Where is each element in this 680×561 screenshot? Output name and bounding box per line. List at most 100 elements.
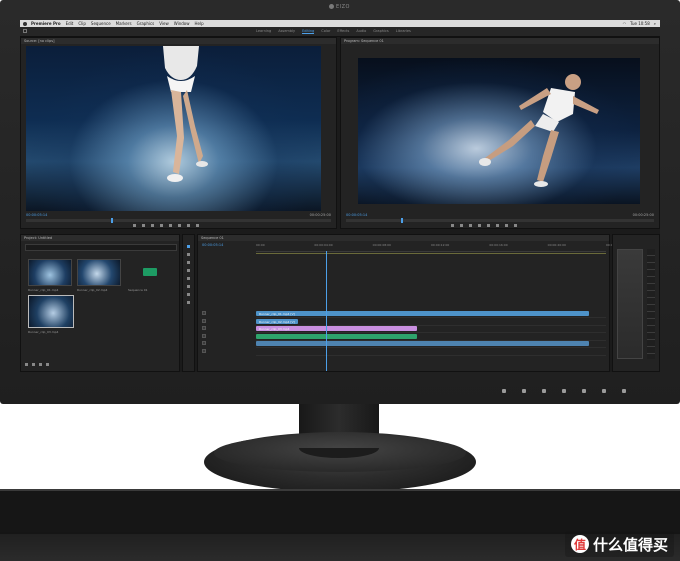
mark-out-button[interactable] bbox=[142, 224, 145, 227]
source-video[interactable] bbox=[26, 46, 321, 211]
insert-button[interactable] bbox=[178, 224, 181, 227]
track-toggle-toggle[interactable] bbox=[202, 348, 206, 353]
track-divider bbox=[256, 332, 606, 333]
workspace-tab-audio[interactable]: Audio bbox=[356, 29, 366, 34]
track-toggle-toggle[interactable] bbox=[202, 326, 206, 330]
track-toggle-toggle[interactable] bbox=[202, 333, 206, 338]
bezel-button[interactable] bbox=[562, 389, 566, 393]
track-toggle-toggle[interactable] bbox=[202, 318, 206, 323]
bezel-button[interactable] bbox=[522, 389, 526, 393]
power-button[interactable] bbox=[622, 389, 626, 393]
workspace-bar: Learning Assembly Editing Color Effects Audio… bbox=[20, 27, 660, 37]
new-bin-icon[interactable] bbox=[46, 363, 49, 366]
workspace-tab-graphics[interactable]: Graphics bbox=[373, 29, 388, 34]
timeline-clip[interactable] bbox=[256, 333, 417, 339]
export-frame-button[interactable] bbox=[196, 224, 199, 227]
ripple-edit-tool-icon[interactable] bbox=[187, 261, 190, 264]
zoom-slider[interactable] bbox=[39, 363, 42, 366]
program-scrubber[interactable] bbox=[346, 218, 654, 223]
track-header-v1: V1 bbox=[202, 326, 210, 330]
workspace-tab-learning[interactable]: Learning bbox=[256, 29, 271, 34]
workspace-tab-effects[interactable]: Effects bbox=[337, 29, 349, 34]
selection-tool-icon[interactable] bbox=[187, 245, 190, 248]
search-icon[interactable]: ⌕ bbox=[654, 21, 656, 26]
track-toggle-toggle[interactable] bbox=[202, 341, 206, 345]
step-forward-button[interactable] bbox=[487, 224, 490, 227]
mark-out-button[interactable] bbox=[460, 224, 463, 227]
source-scrubber[interactable] bbox=[26, 218, 331, 223]
source-timecode[interactable]: 00:00:05:14 bbox=[26, 213, 47, 217]
stand-shadow bbox=[0, 491, 680, 532]
home-icon[interactable] bbox=[23, 29, 27, 33]
track-divider bbox=[256, 317, 606, 318]
play-button[interactable] bbox=[478, 224, 481, 227]
menu-item-app[interactable]: Premiere Pro bbox=[31, 21, 61, 26]
menu-item-sequence[interactable]: Sequence bbox=[91, 21, 111, 26]
step-back-button[interactable] bbox=[151, 224, 154, 227]
slip-tool-icon[interactable] bbox=[187, 277, 190, 280]
project-footer bbox=[25, 363, 49, 366]
mark-in-button[interactable] bbox=[451, 224, 454, 227]
mark-in-button[interactable] bbox=[133, 224, 136, 227]
source-playhead[interactable] bbox=[111, 218, 114, 223]
lift-button[interactable] bbox=[496, 224, 499, 227]
source-monitor: Source: [no clips] 00:00:05:14 00:00:25:… bbox=[20, 37, 337, 229]
program-video[interactable] bbox=[358, 58, 640, 204]
screen: Premiere Pro Edit Clip Sequence Markers … bbox=[20, 20, 660, 372]
project-search-input[interactable] bbox=[25, 244, 177, 251]
menu-item-clip[interactable]: Clip bbox=[78, 21, 86, 26]
workspace-tab-editing[interactable]: Editing bbox=[302, 29, 315, 34]
project-item-label: Runner_clip_03.mp4 bbox=[28, 330, 59, 334]
track-header-v3: V3 bbox=[202, 311, 210, 315]
type-tool-icon[interactable] bbox=[187, 301, 190, 304]
panel-title: Source: [no clips] bbox=[21, 38, 336, 44]
step-forward-button[interactable] bbox=[169, 224, 172, 227]
play-button[interactable] bbox=[160, 224, 163, 227]
hand-tool-icon[interactable] bbox=[187, 293, 190, 296]
bezel-button[interactable] bbox=[602, 389, 606, 393]
bezel-button[interactable] bbox=[502, 389, 506, 393]
pen-tool-icon[interactable] bbox=[187, 285, 190, 288]
workspace-tabs: Learning Assembly Editing Color Effects Audio… bbox=[256, 29, 411, 34]
project-item-thumb[interactable] bbox=[28, 259, 72, 286]
menu-item-graphics[interactable]: Graphics bbox=[137, 21, 155, 26]
track-toggle-toggle[interactable] bbox=[202, 311, 206, 315]
audio-meter-panel bbox=[612, 234, 660, 372]
timeline-clip[interactable] bbox=[256, 311, 589, 316]
timeline-clip[interactable] bbox=[256, 341, 589, 346]
menu-item-window[interactable]: Window bbox=[174, 21, 190, 26]
workspace-tab-color[interactable]: Color bbox=[321, 29, 330, 34]
panel-title: Project: Untitled bbox=[21, 235, 179, 241]
step-back-button[interactable] bbox=[469, 224, 472, 227]
program-playhead[interactable] bbox=[401, 218, 404, 223]
track-select-tool-icon[interactable] bbox=[187, 253, 190, 256]
list-view-icon[interactable] bbox=[25, 363, 28, 366]
project-item-label: Runner_clip_02.mp4 bbox=[77, 288, 108, 292]
bezel-button[interactable] bbox=[542, 389, 546, 393]
program-transport bbox=[451, 224, 517, 227]
timeline-playhead[interactable] bbox=[326, 251, 327, 371]
apple-icon[interactable] bbox=[23, 21, 27, 26]
clock[interactable]: Tue 10:58 bbox=[630, 21, 650, 26]
overwrite-button[interactable] bbox=[187, 224, 190, 227]
audio-meter bbox=[617, 249, 643, 359]
menu-item-help[interactable]: Help bbox=[195, 21, 204, 26]
project-item-thumb[interactable] bbox=[28, 295, 74, 328]
icon-view-icon[interactable] bbox=[32, 363, 35, 366]
extract-button[interactable] bbox=[505, 224, 508, 227]
menu-item-view[interactable]: View bbox=[159, 21, 169, 26]
menu-item-markers[interactable]: Markers bbox=[116, 21, 132, 26]
bezel-button[interactable] bbox=[582, 389, 586, 393]
razor-tool-icon[interactable] bbox=[187, 269, 190, 272]
sequence-icon[interactable] bbox=[143, 268, 157, 276]
wifi-icon[interactable]: ◠ bbox=[623, 21, 627, 26]
menu-item-edit[interactable]: Edit bbox=[66, 21, 74, 26]
export-frame-button[interactable] bbox=[514, 224, 517, 227]
program-duration: 00:00:25:00 bbox=[632, 213, 654, 217]
program-timecode[interactable]: 00:00:05:14 bbox=[346, 213, 367, 217]
project-item-thumb[interactable] bbox=[77, 259, 121, 286]
workspace-tab-assembly[interactable]: Assembly bbox=[278, 29, 295, 34]
program-monitor: Program: Sequence 01 00:00:05:14 00:00:2… bbox=[340, 37, 660, 229]
track-area: Runner_clip_01.mp4 [V] Runner_clip_02.mp4… bbox=[256, 235, 606, 372]
workspace-tab-libraries[interactable]: Libraries bbox=[396, 29, 411, 34]
